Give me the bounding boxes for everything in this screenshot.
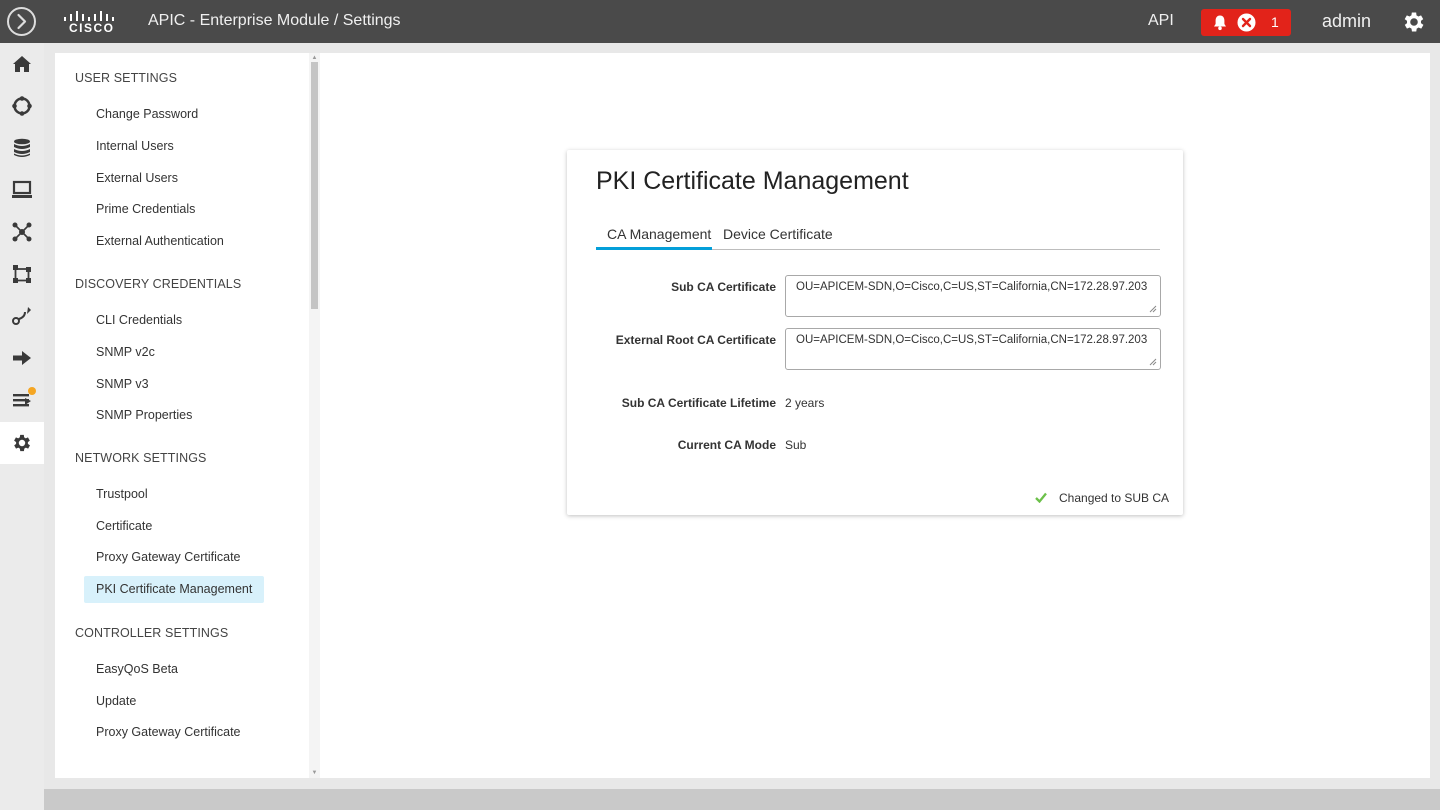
- nav-pki-certificate-management[interactable]: PKI Certificate Management: [84, 576, 265, 603]
- scroll-down-arrow-icon[interactable]: ▼: [311, 770, 318, 776]
- bell-icon: [1214, 15, 1226, 31]
- nav-internal-users[interactable]: Internal Users: [84, 133, 186, 160]
- nav-scrollbar[interactable]: ▲ ▼: [309, 53, 320, 778]
- section-controller-settings: CONTROLLER SETTINGS: [75, 626, 229, 640]
- tab-ca-management[interactable]: CA Management: [596, 226, 712, 250]
- user-menu[interactable]: admin: [1322, 11, 1371, 32]
- status-text: Changed to SUB CA: [1059, 491, 1170, 505]
- settings-nav: USER SETTINGS Change Password Internal U…: [55, 53, 309, 778]
- nav-snmp-v3[interactable]: SNMP v3: [84, 371, 161, 398]
- status-message: Changed to SUB CA: [1035, 491, 1170, 505]
- nav-external-authentication[interactable]: External Authentication: [84, 228, 236, 255]
- ca-mode-value: Sub: [785, 438, 807, 452]
- gear-icon[interactable]: [1401, 9, 1427, 35]
- topology-icon[interactable]: [0, 211, 44, 253]
- nav-easyqos-beta[interactable]: EasyQoS Beta: [84, 656, 190, 683]
- alert-count: 1: [1271, 14, 1279, 30]
- network-icon[interactable]: [0, 253, 44, 295]
- sub-ca-certificate-field[interactable]: OU=APICEM-SDN,O=Cisco,C=US,ST=California…: [785, 275, 1161, 317]
- lifetime-label: Sub CA Certificate Lifetime: [621, 396, 776, 410]
- top-bar: cisco APIC - Enterprise Module / Setting…: [0, 0, 1440, 43]
- nav-trustpool[interactable]: Trustpool: [84, 481, 160, 508]
- discovery-icon[interactable]: [0, 85, 44, 127]
- lifetime-value: 2 years: [785, 396, 825, 410]
- card-title: PKI Certificate Management: [596, 167, 909, 195]
- nav-prime-credentials[interactable]: Prime Credentials: [84, 196, 207, 223]
- nav-snmp-v2c[interactable]: SNMP v2c: [84, 339, 167, 366]
- checkmark-icon: [1035, 492, 1047, 503]
- scroll-up-arrow-icon[interactable]: ▲: [311, 55, 318, 61]
- home-icon[interactable]: [0, 43, 44, 85]
- nav-certificate[interactable]: Certificate: [84, 513, 164, 540]
- alerts-button[interactable]: 1: [1201, 9, 1291, 36]
- external-root-ca-certificate-value: OU=APICEM-SDN,O=Cisco,C=US,ST=California…: [796, 334, 1148, 346]
- devices-icon[interactable]: [0, 169, 44, 211]
- external-root-ca-certificate-label: External Root CA Certificate: [615, 333, 776, 347]
- external-root-ca-certificate-field[interactable]: OU=APICEM-SDN,O=Cisco,C=US,ST=California…: [785, 328, 1161, 370]
- nav-controller-proxy-gateway-certificate[interactable]: Proxy Gateway Certificate: [84, 719, 253, 746]
- footer-bar: [44, 789, 1440, 810]
- section-discovery-credentials: DISCOVERY CREDENTIALS: [75, 277, 242, 291]
- ca-mode-label: Current CA Mode: [677, 438, 776, 452]
- nav-cli-credentials[interactable]: CLI Credentials: [84, 307, 194, 334]
- nav-proxy-gateway-certificate[interactable]: Proxy Gateway Certificate: [84, 544, 253, 571]
- tab-bar: CA Management Device Certificate: [596, 220, 1160, 250]
- sub-ca-certificate-label: Sub CA Certificate: [671, 280, 776, 294]
- nav-snmp-properties[interactable]: SNMP Properties: [84, 402, 204, 429]
- cisco-logo: cisco: [62, 8, 118, 36]
- nav-external-users[interactable]: External Users: [84, 165, 190, 192]
- sub-ca-certificate-value: OU=APICEM-SDN,O=Cisco,C=US,ST=California…: [796, 281, 1148, 293]
- tab-device-certificate[interactable]: Device Certificate: [723, 226, 833, 250]
- section-network-settings: NETWORK SETTINGS: [75, 451, 207, 465]
- forward-icon[interactable]: [0, 337, 44, 379]
- nav-update[interactable]: Update: [84, 688, 148, 715]
- resize-handle-icon[interactable]: [1149, 358, 1157, 366]
- path-icon[interactable]: [0, 295, 44, 337]
- pki-card: PKI Certificate Management CA Management…: [567, 150, 1183, 515]
- database-icon[interactable]: [0, 127, 44, 169]
- resize-handle-icon[interactable]: [1149, 305, 1157, 313]
- left-rail: [0, 43, 44, 810]
- cisco-wordmark: cisco: [69, 21, 115, 35]
- expand-menu-icon[interactable]: [6, 6, 37, 37]
- page-title: APIC - Enterprise Module / Settings: [148, 12, 401, 29]
- section-user-settings: USER SETTINGS: [75, 71, 178, 85]
- error-icon: [1237, 13, 1256, 32]
- main-content: PKI Certificate Management CA Management…: [320, 53, 1430, 778]
- api-link[interactable]: API: [1148, 12, 1174, 30]
- notification-dot: [28, 387, 36, 395]
- scroll-thumb[interactable]: [311, 62, 318, 309]
- settings-icon[interactable]: [0, 422, 44, 464]
- policy-icon[interactable]: [0, 379, 44, 421]
- nav-change-password[interactable]: Change Password: [84, 101, 210, 128]
